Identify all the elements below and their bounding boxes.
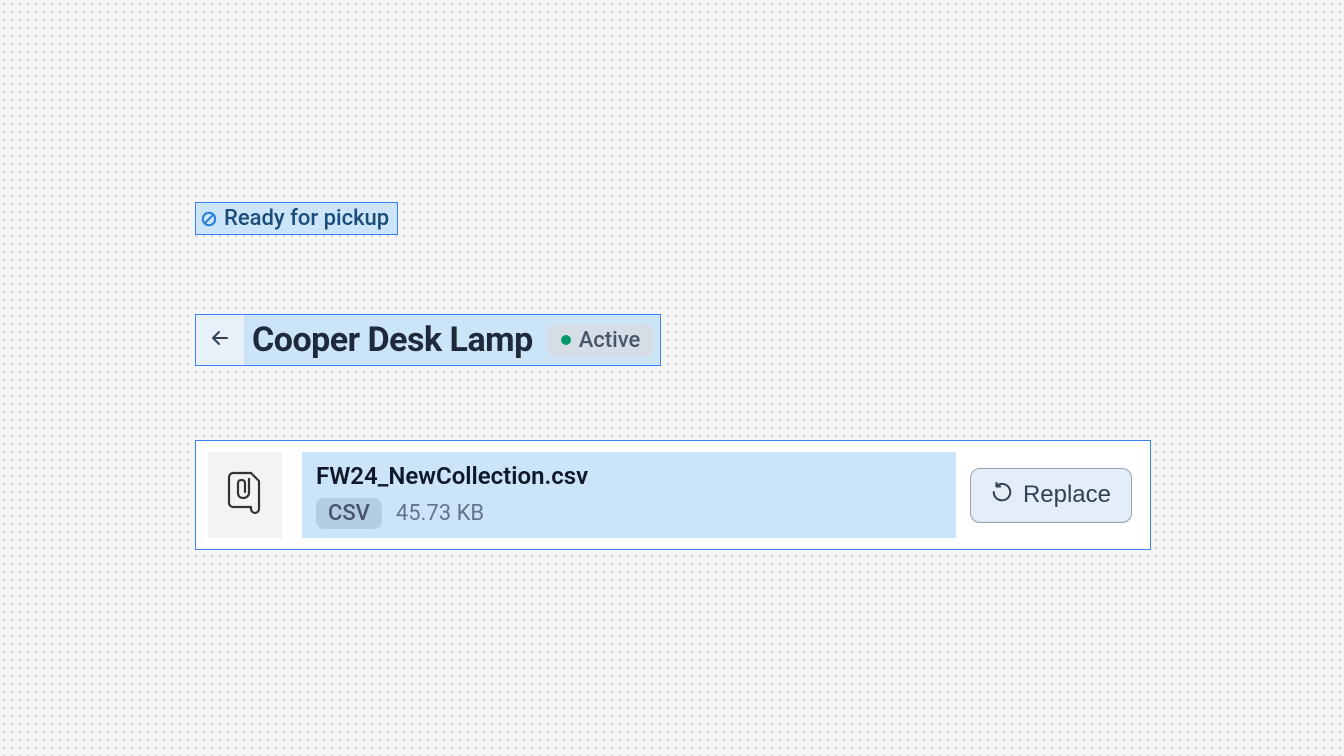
- status-active-label: Active: [579, 328, 641, 353]
- file-type-badge: CSV: [316, 498, 382, 529]
- status-badge: Ready for pickup: [195, 202, 398, 235]
- replace-button-label: Replace: [1023, 481, 1111, 509]
- file-info: FW24_NewCollection.csv CSV 45.73 KB: [302, 452, 956, 538]
- prohibit-icon: [200, 210, 218, 228]
- file-meta: CSV 45.73 KB: [316, 498, 942, 529]
- replace-button[interactable]: Replace: [970, 468, 1132, 523]
- file-thumbnail: [208, 452, 282, 538]
- file-attachment-card: FW24_NewCollection.csv CSV 45.73 KB Repl…: [195, 440, 1151, 550]
- back-button[interactable]: [196, 315, 244, 365]
- status-active-badge: Active: [547, 324, 655, 357]
- title-bar: Cooper Desk Lamp Active: [195, 314, 661, 366]
- status-dot-icon: [561, 335, 571, 345]
- page-title: Cooper Desk Lamp: [252, 320, 533, 360]
- file-size: 45.73 KB: [396, 501, 484, 526]
- refresh-icon: [991, 481, 1013, 510]
- file-attachment-icon: [225, 469, 265, 521]
- status-badge-label: Ready for pickup: [224, 206, 389, 231]
- arrow-left-icon: [208, 326, 232, 354]
- file-name: FW24_NewCollection.csv: [316, 462, 942, 490]
